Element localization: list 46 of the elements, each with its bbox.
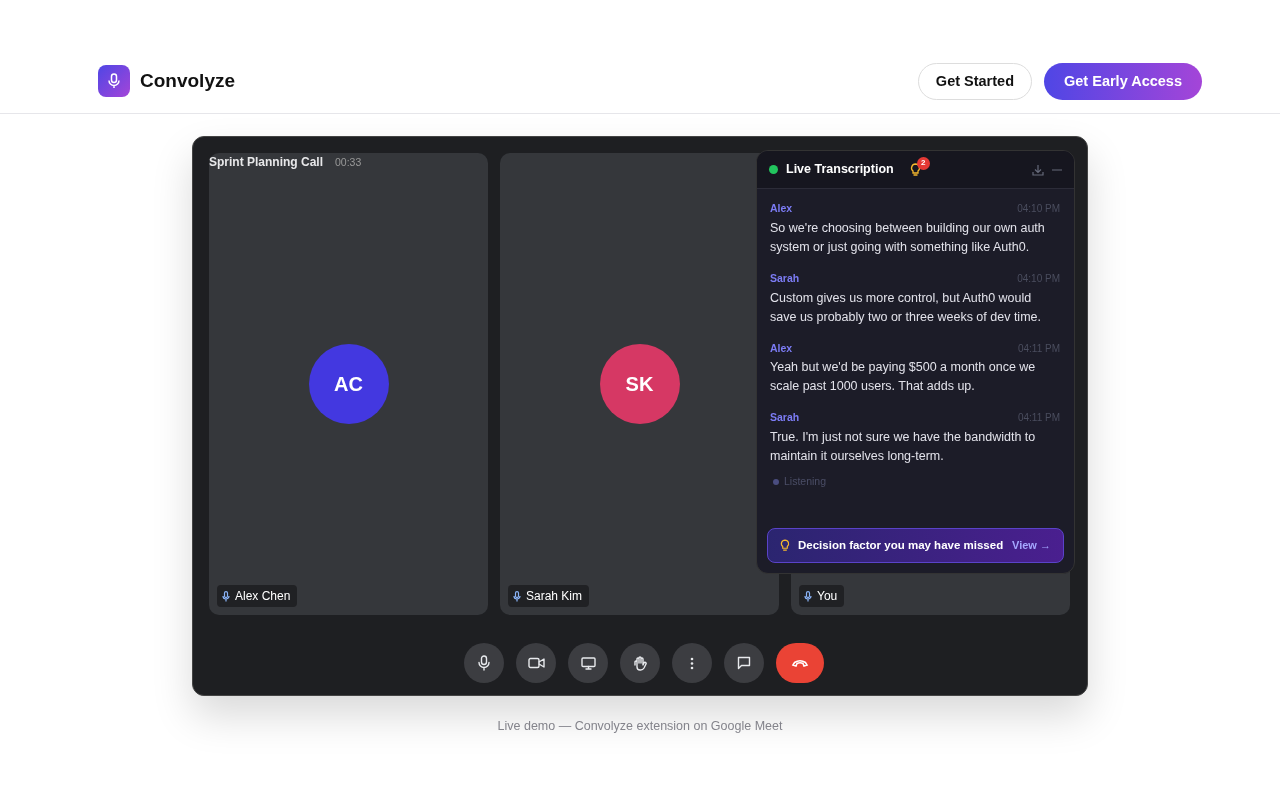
camera-button[interactable]	[516, 643, 556, 683]
lightbulb-icon	[780, 539, 790, 552]
more-icon	[690, 656, 694, 670]
notification-count: 2	[916, 156, 930, 170]
speaker-name: Alex	[770, 340, 793, 356]
get-started-button[interactable]: Get Started	[917, 63, 1033, 100]
chat-button[interactable]	[724, 643, 764, 683]
raise-hand-button[interactable]	[620, 643, 660, 683]
avatar: SK	[599, 344, 680, 424]
camera-icon	[527, 657, 545, 669]
hang-up-icon	[791, 659, 809, 667]
participant-name: Sarah Kim	[526, 588, 583, 605]
participant-name: You	[817, 588, 838, 605]
speaker-name: Sarah	[770, 410, 800, 426]
avatar: AC	[308, 344, 389, 424]
end-call-button[interactable]	[776, 643, 824, 683]
meeting-timer: 00:33	[335, 155, 362, 170]
speaker-name: Sarah	[770, 270, 800, 286]
insight-text: Decision factor you may have missed	[798, 538, 1005, 553]
hand-icon	[633, 655, 647, 671]
caption: Live demo — Convolyze extension on Google Meet	[496, 718, 784, 735]
monitor-icon	[580, 656, 596, 670]
message-text: True. I'm just not sure we have the bandwidth to maintain it ourselves long-term.	[770, 429, 1037, 465]
meeting-title: Sprint Planning Call	[209, 154, 323, 171]
microphone-button[interactable]	[464, 643, 504, 683]
live-dot	[769, 165, 778, 174]
message-text: Yeah but we'd be paying $500 a month once we scale past 1000 users. That adds up.	[770, 359, 1037, 396]
mic-icon	[222, 590, 230, 602]
download-icon[interactable]	[1032, 163, 1044, 176]
status-dot	[773, 478, 779, 485]
message-text: So we're choosing between building our own auth system or just going with something like Auth0.	[770, 219, 1046, 256]
view-link[interactable]: View →	[1012, 537, 1051, 554]
participant-name: Alex Chen	[235, 588, 291, 605]
speaker-name: Alex	[770, 201, 793, 216]
logo-icon	[98, 65, 130, 97]
mic-icon	[477, 655, 491, 671]
panel-title: Live Transcription	[786, 161, 894, 179]
present-button[interactable]	[568, 643, 608, 683]
mic-icon	[804, 590, 812, 602]
lightbulb-icon[interactable]	[909, 162, 921, 177]
early-access-button[interactable]: Get Early Access	[1044, 63, 1202, 100]
chat-icon	[737, 656, 751, 670]
brand-name: Convolyze	[140, 69, 236, 93]
message-text: Custom gives us more control, but Auth0 would save us probably two or three weeks of dev time.	[770, 289, 1042, 326]
listening-status: Listening	[784, 474, 827, 489]
mic-icon	[513, 590, 521, 602]
